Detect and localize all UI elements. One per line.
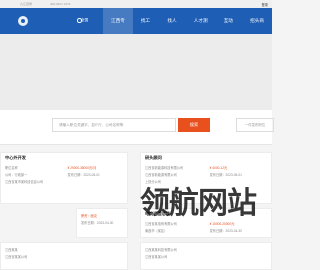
logo-mark	[18, 16, 28, 26]
nav-item[interactable]: 互动吧	[216, 8, 242, 49]
nav-item[interactable]: 江西专版	[103, 8, 133, 49]
job-title[interactable]: 中心外开发	[5, 155, 26, 161]
city-selector[interactable]: 全国	[81, 18, 88, 23]
job-detail: 江西省某某公司	[145, 255, 168, 259]
banner-area	[0, 34, 272, 110]
nav-menu: 江西专版找工作找人才人才测评互动吧招头商城	[103, 8, 272, 49]
job-detail: 江西省某某公司	[5, 255, 28, 259]
job-salary: ¥ 4000-12元	[209, 166, 228, 170]
job-detail: 薪资：面议	[81, 214, 97, 218]
search-button[interactable]: 搜索	[178, 118, 210, 132]
job-detail: 南昌市（某区）	[145, 229, 168, 233]
job-card[interactable]: 薪资：面议发布日期：2023-04-30	[76, 208, 128, 238]
job-card[interactable]: 江西某某科技有限公司 江西省某某公司	[140, 242, 272, 270]
job-date: 发布日期：2023-04-30	[209, 229, 242, 233]
search-bar: 请输入职位关键字，如IT行、公司名称等 搜索 一件发布职位	[0, 110, 274, 145]
nav-item[interactable]: 找工作	[133, 8, 159, 49]
nav-item[interactable]: 找人才	[159, 8, 185, 49]
job-detail: 江西某某科技有限公司	[145, 248, 177, 252]
job-detail: 公司：行政部一	[5, 173, 28, 177]
logo[interactable]	[18, 12, 78, 30]
job-detail: 发布日期：2023-04-30	[81, 221, 114, 225]
publish-job-button[interactable]: 一件发布职位	[236, 118, 274, 132]
job-detail: 江西某某	[5, 248, 18, 252]
watermark-url: www.lhjz.net	[150, 212, 168, 216]
login-link[interactable]: 登录	[262, 2, 268, 7]
job-detail: 职位名称	[5, 166, 18, 170]
job-card[interactable]: 中心外开发职位名称 ¥ 29000-38000元/月公司：行政部一 发布日期：202…	[0, 152, 128, 204]
job-title[interactable]: 研头顾问	[145, 155, 162, 161]
job-date: 发布日期：2023-05-01	[209, 173, 242, 177]
nav-item[interactable]: 招头商城	[242, 8, 272, 49]
site-name: 九江招聘	[20, 2, 33, 6]
search-input[interactable]: 请输入职位关键字，如IT行、公司名称等	[52, 118, 176, 132]
job-detail: 江西省新能源有限公司	[145, 173, 177, 177]
hotline: 400-0427-1079	[50, 2, 71, 6]
job-card[interactable]: 江西某某江西省某某公司	[0, 242, 128, 270]
job-detail: 江西省某市某科技信息公司	[5, 180, 44, 184]
nav-item[interactable]: 人才测评	[186, 8, 216, 49]
main-nav: 全国 江西专版找工作找人才人才测评互动吧招头商城	[0, 8, 272, 49]
job-date: 发布日期：2023-05-01	[67, 173, 100, 177]
job-salary: ¥ 29000-38000元/月	[67, 166, 97, 170]
job-detail: 江西省新能源科技有限公司	[145, 166, 184, 170]
